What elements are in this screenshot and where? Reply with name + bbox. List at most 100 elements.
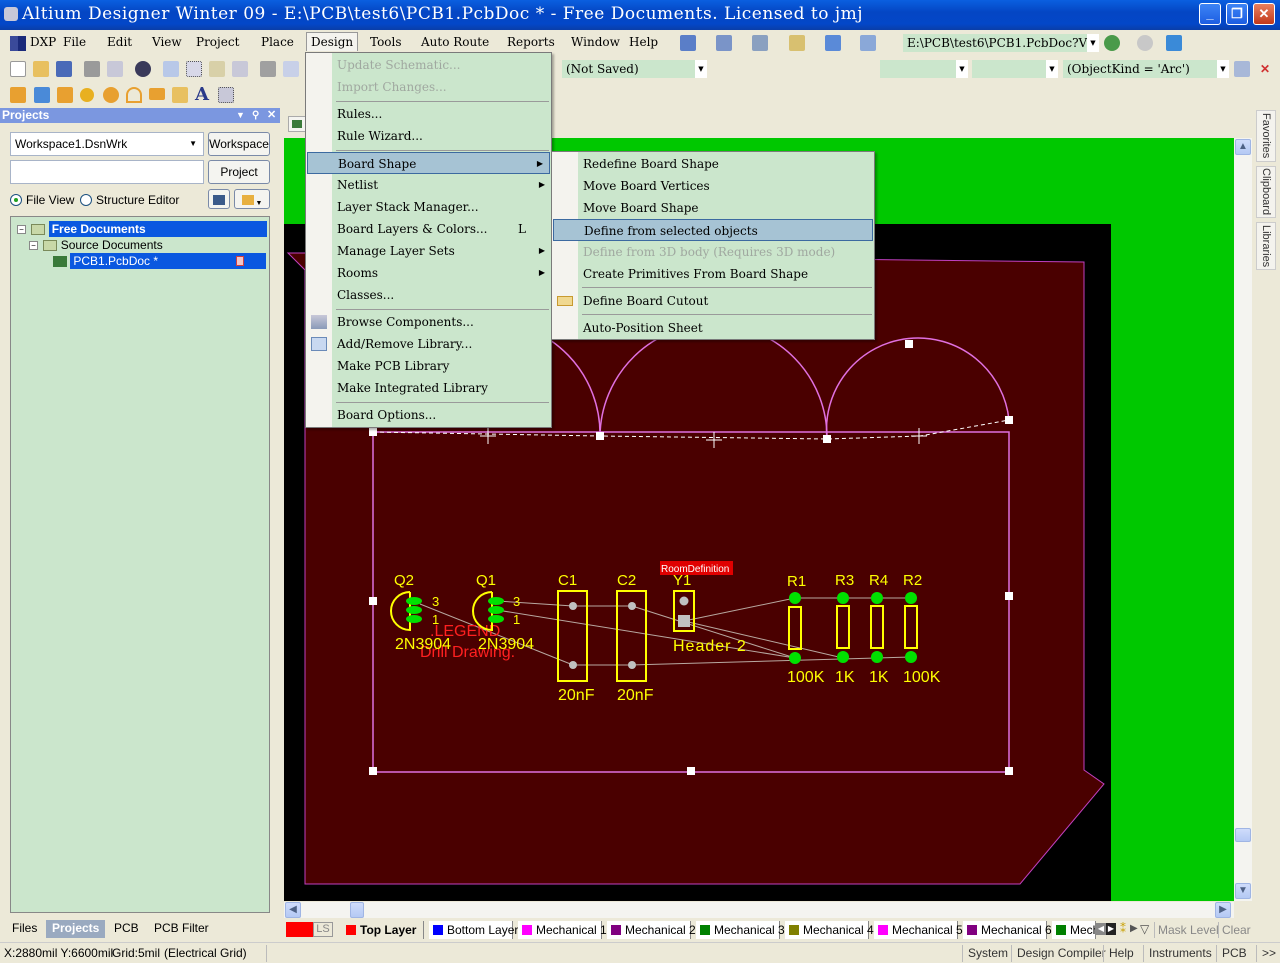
filter-net-combo[interactable]: ▼ bbox=[972, 60, 1058, 78]
zoom-fit-icon[interactable] bbox=[163, 61, 179, 77]
menu-item-move-board-vertices[interactable]: Move Board Vertices bbox=[552, 175, 874, 197]
tab-pcb-filter[interactable]: PCB Filter bbox=[148, 920, 215, 938]
menu-auto-route[interactable]: Auto Route bbox=[421, 35, 489, 49]
menu-item-define-board-cutout[interactable]: Define Board Cutout bbox=[552, 290, 874, 312]
layer-tab-mechanical-2[interactable]: Mechanical 2 bbox=[607, 921, 696, 939]
pad-icon[interactable] bbox=[80, 88, 94, 102]
layer-tab-mechanical-1[interactable]: Mechanical 1 bbox=[518, 921, 607, 939]
open-folder-icon[interactable] bbox=[33, 61, 49, 77]
menu-item-define-from-3d-body[interactable]: Define from 3D body (Requires 3D mode) bbox=[552, 241, 874, 263]
tab-projects[interactable]: Projects bbox=[46, 920, 106, 938]
layer-tab-mechanical-3[interactable]: Mechanical 3 bbox=[696, 921, 785, 939]
layer-tab-top-layer[interactable]: Top Layer bbox=[342, 921, 424, 939]
menu-reports[interactable]: Reports bbox=[507, 35, 555, 49]
layer-visibility-icon[interactable]: ⁑ bbox=[1120, 922, 1126, 936]
menu-item-create-primitives[interactable]: Create Primitives From Board Shape bbox=[552, 263, 874, 285]
menu-item-update-schematic[interactable]: Update Schematic... bbox=[306, 54, 551, 76]
clear-filter-icon[interactable]: ✕ bbox=[1257, 61, 1273, 77]
compile-button[interactable] bbox=[208, 189, 230, 209]
menu-item-make-integrated-library[interactable]: Make Integrated Library bbox=[306, 377, 551, 399]
collapse-icon[interactable]: − bbox=[17, 225, 26, 235]
layer-tab-mechanical-6[interactable]: Mechanical 6 bbox=[963, 921, 1052, 939]
workspace-select[interactable]: Workspace1.DsnWrk ▼ bbox=[10, 132, 204, 156]
panel-close-icon[interactable]: ✕ bbox=[267, 108, 276, 123]
multi-route-icon[interactable] bbox=[34, 87, 50, 103]
status-pcb-button[interactable]: PCB bbox=[1216, 945, 1252, 962]
menu-item-board-layers-colors[interactable]: Board Layers & Colors... L bbox=[306, 218, 551, 240]
horizontal-scrollbar[interactable]: ◀ ▶ bbox=[284, 902, 1234, 918]
restore-button[interactable]: ❐ bbox=[1226, 3, 1248, 25]
minimize-button[interactable]: _ bbox=[1199, 3, 1221, 25]
chevron-down-icon[interactable]: ▼ bbox=[1217, 60, 1229, 78]
grid-icon[interactable] bbox=[860, 35, 876, 51]
menu-design[interactable]: Design bbox=[306, 32, 359, 51]
layer-set-button[interactable]: LS bbox=[313, 922, 333, 937]
menu-place[interactable]: Place bbox=[261, 35, 294, 49]
layer-tab-mechanical-4[interactable]: Mechanical 4 bbox=[785, 921, 874, 939]
chevron-down-icon[interactable]: ▼ bbox=[1046, 60, 1058, 78]
pin-icon[interactable]: ⚲ bbox=[252, 108, 259, 123]
tab-files[interactable]: Files bbox=[6, 920, 43, 938]
tab-pcb[interactable]: PCB bbox=[108, 920, 145, 938]
chevron-down-icon[interactable]: ▼ bbox=[956, 60, 968, 78]
collapse-icon[interactable]: − bbox=[29, 241, 38, 251]
menu-item-make-pcb-library[interactable]: Make PCB Library bbox=[306, 355, 551, 377]
menu-item-layer-stack-manager[interactable]: Layer Stack Manager... bbox=[306, 196, 551, 218]
scroll-down-button[interactable]: ▼ bbox=[1235, 883, 1251, 899]
close-button[interactable]: ✕ bbox=[1253, 3, 1275, 25]
measure-icon[interactable] bbox=[680, 35, 696, 51]
play-icon[interactable]: ▶ bbox=[1130, 923, 1138, 934]
horizontal-scroll-thumb[interactable] bbox=[350, 902, 364, 918]
arc-icon[interactable] bbox=[126, 87, 142, 103]
polygon-icon[interactable] bbox=[172, 87, 188, 103]
scroll-up-button[interactable]: ▲ bbox=[1235, 139, 1251, 155]
side-tab-libraries[interactable]: Libraries bbox=[1256, 222, 1276, 270]
status-design-compiler-button[interactable]: Design Compiler bbox=[1011, 945, 1111, 962]
menu-item-netlist[interactable]: Netlist ▶ bbox=[306, 174, 551, 196]
current-layer-swatch[interactable] bbox=[286, 922, 313, 937]
vertical-scrollbar[interactable]: ▲ ▼ bbox=[1234, 138, 1252, 901]
forward-icon[interactable] bbox=[1137, 35, 1153, 51]
back-icon[interactable] bbox=[1104, 35, 1120, 51]
side-tab-favorites[interactable]: Favorites bbox=[1256, 110, 1276, 162]
scroll-left-button[interactable]: ◀ bbox=[285, 902, 301, 918]
chevron-down-icon[interactable]: ▼ bbox=[189, 133, 197, 155]
menu-item-import-changes[interactable]: Import Changes... bbox=[306, 76, 551, 98]
menu-item-auto-position-sheet[interactable]: Auto-Position Sheet bbox=[552, 317, 874, 339]
interactive-route-icon[interactable] bbox=[10, 87, 26, 103]
layer-tab-bottom-layer[interactable]: Bottom Layer bbox=[429, 921, 518, 939]
menu-item-board-options[interactable]: Board Options... bbox=[306, 404, 551, 426]
apply-filter-icon[interactable] bbox=[1234, 61, 1250, 77]
3d-view-icon[interactable] bbox=[135, 61, 151, 77]
menu-item-redefine-board-shape[interactable]: Redefine Board Shape bbox=[552, 153, 874, 175]
tree-row-pcb1[interactable]: PCB1.PcbDoc * bbox=[53, 253, 267, 269]
menu-item-rooms[interactable]: Rooms ▶ bbox=[306, 262, 551, 284]
document-tab[interactable] bbox=[288, 116, 306, 132]
menu-edit[interactable]: Edit bbox=[107, 35, 132, 49]
room-icon[interactable] bbox=[789, 35, 805, 51]
menu-item-manage-layer-sets[interactable]: Manage Layer Sets ▶ bbox=[306, 240, 551, 262]
menu-view[interactable]: View bbox=[152, 35, 182, 49]
tree-row-free-documents[interactable]: − Free Documents bbox=[17, 221, 267, 237]
layer-tab-mechanical-5[interactable]: Mechanical 5 bbox=[874, 921, 963, 939]
menu-item-classes[interactable]: Classes... bbox=[306, 284, 551, 306]
variant-combo[interactable]: (Not Saved) ▼ bbox=[562, 60, 707, 78]
mask-level-button[interactable]: Mask Level bbox=[1154, 922, 1219, 938]
menu-item-board-shape[interactable]: Board Shape ▶ bbox=[307, 152, 550, 174]
panel-menu-icon[interactable]: ▼ bbox=[236, 108, 245, 123]
menu-tools[interactable]: Tools bbox=[370, 35, 402, 49]
menu-dxp[interactable]: DXP bbox=[30, 35, 56, 49]
diff-pair-route-icon[interactable] bbox=[57, 87, 73, 103]
status-help-button[interactable]: Help bbox=[1103, 945, 1139, 962]
menu-item-add-remove-library[interactable]: Add/Remove Library... bbox=[306, 333, 551, 355]
side-tab-clipboard[interactable]: Clipboard bbox=[1256, 166, 1276, 218]
clear-button[interactable]: Clear bbox=[1218, 922, 1251, 938]
project-options-button[interactable]: ▼ bbox=[234, 189, 270, 209]
zoom-area-icon[interactable] bbox=[186, 61, 202, 77]
via-icon[interactable] bbox=[103, 87, 119, 103]
tab-scroll-right-icon[interactable]: ▶ bbox=[1106, 923, 1116, 935]
layer-tab-mechanical-7[interactable]: Mech bbox=[1052, 921, 1096, 939]
tab-scroll-left-icon[interactable]: ◀ bbox=[1096, 923, 1106, 935]
zoom-selected-icon[interactable] bbox=[209, 61, 225, 77]
scroll-right-button[interactable]: ▶ bbox=[1215, 902, 1231, 918]
